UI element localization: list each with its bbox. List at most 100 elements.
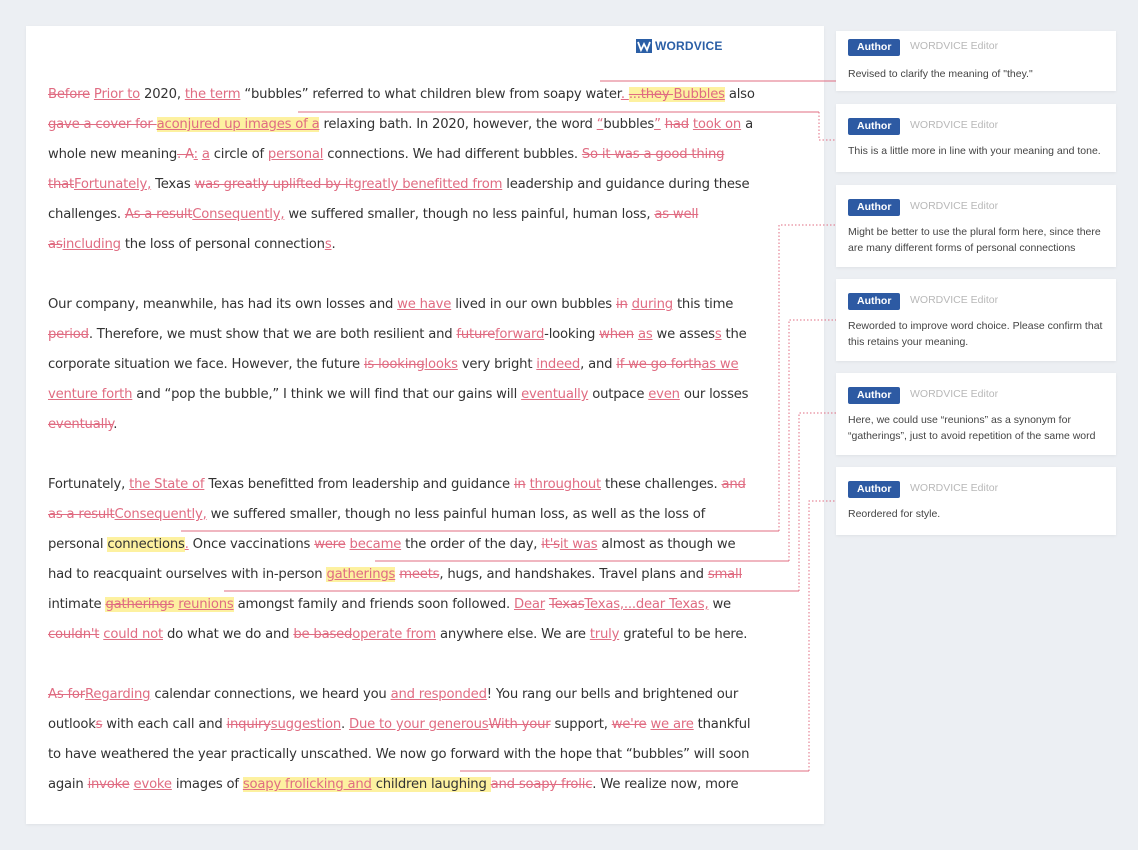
text-line: to have weathered the year practically u…	[48, 740, 750, 770]
insertion[interactable]: s	[325, 237, 332, 252]
deletion[interactable]: couldn't	[48, 627, 99, 642]
insertion[interactable]: Regarding	[85, 687, 150, 702]
deletion[interactable]: in	[616, 297, 628, 312]
deletion[interactable]: inquiry	[227, 717, 271, 732]
insertion[interactable]: truly	[590, 627, 620, 642]
deletion[interactable]: . A	[177, 147, 194, 162]
deletion[interactable]: were	[314, 537, 346, 552]
insertion[interactable]: including	[63, 237, 121, 252]
insertion[interactable]: suggestion	[271, 717, 341, 732]
insertion[interactable]: a	[202, 147, 210, 162]
insertion[interactable]: indeed	[536, 357, 580, 372]
deletion[interactable]: be based	[293, 627, 352, 642]
insertion[interactable]: Prior to	[94, 87, 140, 102]
insertion[interactable]: operate from	[352, 627, 436, 642]
deletion[interactable]: period	[48, 327, 89, 342]
insertion[interactable]: we have	[397, 297, 451, 312]
insertion[interactable]: greatly benefitted from	[353, 177, 502, 192]
insertion[interactable]: as we	[701, 357, 738, 372]
insertion[interactable]: Fortunately,	[74, 177, 151, 192]
insertion[interactable]: could not	[103, 627, 163, 642]
insertion-highlighted[interactable]: reunions	[178, 597, 234, 612]
text-line: Our company, meanwhile, has had its own …	[48, 290, 738, 320]
deletion[interactable]: we're	[612, 717, 647, 732]
text-line: again invoke evoke images of soapy froli…	[48, 770, 739, 800]
deletion[interactable]: it's	[541, 537, 560, 552]
insertion[interactable]: personal	[268, 147, 324, 162]
deletion[interactable]: small	[708, 567, 742, 582]
insertion[interactable]: the term	[185, 87, 241, 102]
deletion[interactable]: eventually	[48, 417, 113, 432]
insertion[interactable]: forward	[495, 327, 544, 342]
deletion-highlighted[interactable]: ...they	[628, 87, 674, 102]
deletion[interactable]: and	[721, 477, 745, 492]
deletion[interactable]: is looking	[364, 357, 425, 372]
deletion-highlighted[interactable]: gatherings	[105, 597, 174, 612]
deletion[interactable]: as	[48, 237, 63, 252]
comment-card[interactable]: Author WORDVICE Editor This is a little …	[836, 104, 1116, 172]
insertion[interactable]: we are	[650, 717, 693, 732]
text: circle of	[209, 147, 268, 162]
insertion[interactable]: throughout	[530, 477, 602, 492]
insertion[interactable]: Texas,...dear Texas,	[584, 597, 708, 612]
insertion[interactable]: became	[350, 537, 402, 552]
insertion[interactable]: during	[632, 297, 674, 312]
insertion[interactable]: took on	[693, 117, 741, 132]
comment-card[interactable]: Author WORDVICE Editor Reordered for sty…	[836, 467, 1116, 535]
deletion[interactable]: if we go forth	[616, 357, 701, 372]
deletion[interactable]: gave a cover for	[48, 117, 157, 132]
deletion[interactable]: had	[665, 117, 689, 132]
insertion[interactable]: even	[648, 387, 680, 402]
insertion[interactable]: .	[621, 87, 629, 102]
text: ! You rang our bells and brightened our	[486, 687, 739, 702]
deletion[interactable]: meets	[399, 567, 439, 582]
insertion[interactable]: as	[638, 327, 653, 342]
insertion[interactable]: and responded	[391, 687, 487, 702]
author-badge: Author	[848, 199, 901, 216]
comment-editor: WORDVICE Editor	[910, 388, 999, 400]
comment-card[interactable]: Author WORDVICE Editor Revised to clarif…	[836, 31, 1116, 91]
deletion[interactable]: in	[514, 477, 526, 492]
insertion[interactable]: Due to your generous	[349, 717, 489, 732]
insertion[interactable]: s	[715, 327, 722, 342]
deletion[interactable]: With your	[488, 717, 550, 732]
deletion[interactable]: as a result	[48, 507, 115, 522]
deletion[interactable]: So it was a good thing	[582, 147, 725, 162]
insertion-highlighted[interactable]: conjured up images of a	[164, 117, 320, 132]
insertion[interactable]: evoke	[134, 777, 172, 792]
comment-card[interactable]: Author WORDVICE Editor Reworded to impro…	[836, 279, 1116, 361]
highlighted-text[interactable]: connections	[107, 537, 185, 552]
insertion-highlighted[interactable]: Bubbles	[673, 87, 725, 102]
insertion[interactable]: looks	[425, 357, 459, 372]
text-line: gave a cover for aconjured up images of …	[48, 110, 753, 140]
comment-card[interactable]: Author WORDVICE Editor Might be better t…	[836, 185, 1116, 267]
insertion[interactable]: the State of	[129, 477, 204, 492]
insertion-highlighted[interactable]: gatherings	[326, 567, 395, 582]
insertion[interactable]: it was	[560, 537, 598, 552]
text: outlook	[48, 717, 96, 732]
deletion[interactable]: was greatly uplifted by it	[195, 177, 354, 192]
insertion[interactable]: ”	[654, 117, 661, 132]
comment-card[interactable]: Author WORDVICE Editor Here, we could us…	[836, 373, 1116, 455]
deletion[interactable]: future	[456, 327, 495, 342]
text-line: couldn't could not do what we do and be …	[48, 620, 747, 650]
author-badge: Author	[848, 118, 901, 135]
deletion[interactable]: and soapy frolic	[491, 777, 593, 792]
insertion[interactable]: Dear	[514, 597, 545, 612]
deletion[interactable]: As a result	[125, 207, 193, 222]
deletion[interactable]: Before	[48, 87, 90, 102]
insertion[interactable]: eventually	[521, 387, 588, 402]
deletion[interactable]: invoke	[88, 777, 130, 792]
text: -looking	[544, 327, 600, 342]
insertion[interactable]: Consequently,	[192, 207, 284, 222]
highlighted-text[interactable]: children laughing	[371, 777, 491, 792]
deletion[interactable]: Texas	[549, 597, 585, 612]
insertion[interactable]: venture forth	[48, 387, 133, 402]
deletion[interactable]: as well	[654, 207, 698, 222]
insertion-highlighted[interactable]: a	[156, 117, 165, 132]
deletion[interactable]: that	[48, 177, 74, 192]
insertion[interactable]: Consequently,	[115, 507, 207, 522]
deletion[interactable]: when	[599, 327, 634, 342]
deletion[interactable]: As for	[48, 687, 85, 702]
insertion-highlighted[interactable]: soapy frolicking and	[242, 777, 372, 792]
